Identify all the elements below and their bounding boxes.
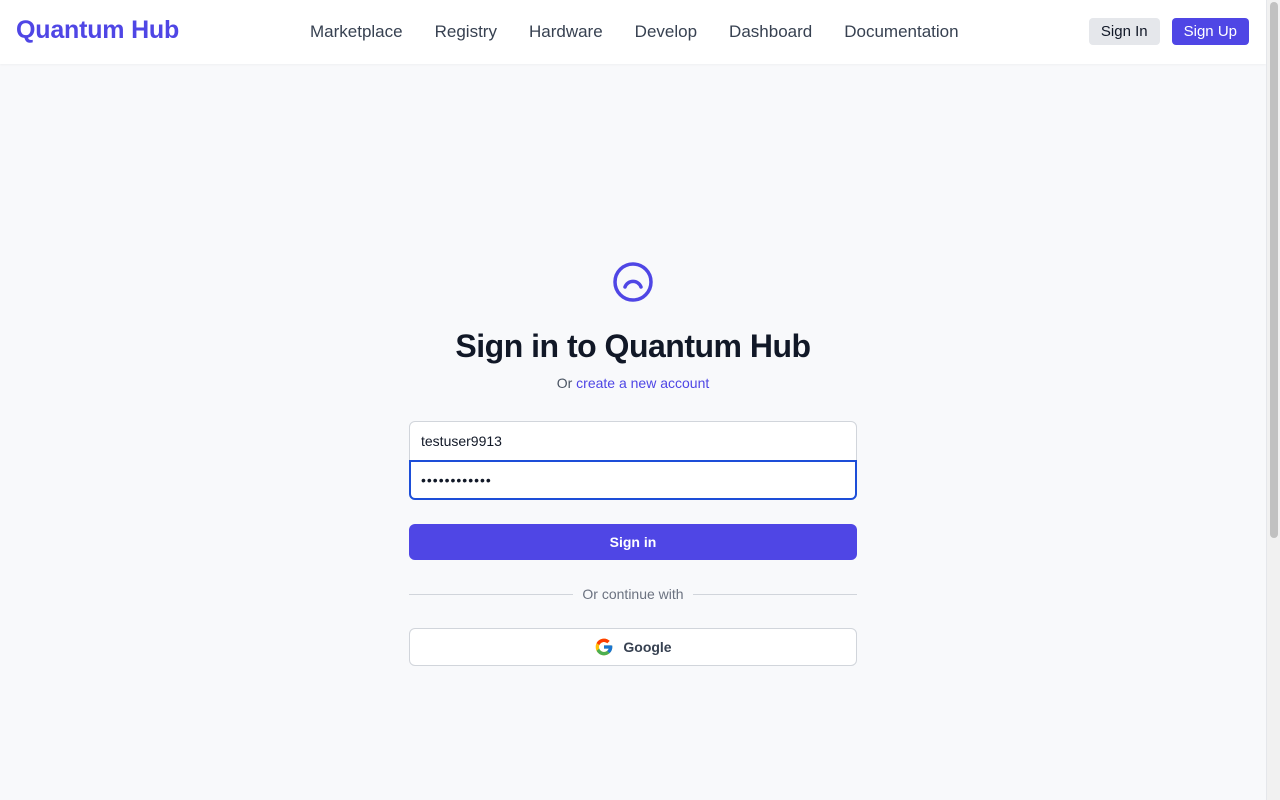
nav-item-marketplace[interactable]: Marketplace <box>294 0 419 64</box>
page-scrollbar[interactable] <box>1266 0 1280 800</box>
header-sign-in-button[interactable]: Sign In <box>1088 18 1160 45</box>
divider-label: Or continue with <box>582 586 684 602</box>
brand-logo[interactable]: Quantum Hub <box>16 16 179 45</box>
nav-item-develop[interactable]: Develop <box>619 0 713 64</box>
google-sign-in-button[interactable]: Google <box>409 628 857 666</box>
credentials-fields <box>409 421 857 500</box>
nav-item-registry[interactable]: Registry <box>419 0 513 64</box>
subtitle-prefix: Or <box>556 375 573 391</box>
password-input[interactable] <box>409 460 857 500</box>
divider-line-left <box>409 593 574 595</box>
divider-line-right <box>692 593 858 595</box>
google-button-label: Google <box>623 639 672 655</box>
auth-buttons: Sign In Sign Up <box>1088 18 1249 45</box>
page-title: Sign in to Quantum Hub <box>455 328 811 364</box>
nav-item-hardware[interactable]: Hardware <box>513 0 619 64</box>
scrollbar-thumb[interactable] <box>1270 2 1278 538</box>
page: Quantum Hub Marketplace Registry Hardwar… <box>0 0 1280 800</box>
create-account-link[interactable]: create a new account <box>576 375 709 391</box>
nav-item-dashboard[interactable]: Dashboard <box>713 0 828 64</box>
subtitle: Or create a new account <box>557 375 710 391</box>
nav-item-documentation[interactable]: Documentation <box>828 0 974 64</box>
divider: Or continue with <box>409 586 858 602</box>
username-input[interactable] <box>409 421 857 461</box>
google-g-icon <box>596 638 613 656</box>
sign-in-button[interactable]: Sign in <box>409 524 857 560</box>
quantum-arc-icon <box>613 262 653 302</box>
top-navigation-bar: Quantum Hub Marketplace Registry Hardwar… <box>0 0 1266 64</box>
main-nav: Marketplace Registry Hardware Develop Da… <box>294 0 975 64</box>
sign-in-form: Sign in to Quantum Hub Or create a new a… <box>409 260 858 666</box>
header-sign-up-button[interactable]: Sign Up <box>1171 18 1249 45</box>
